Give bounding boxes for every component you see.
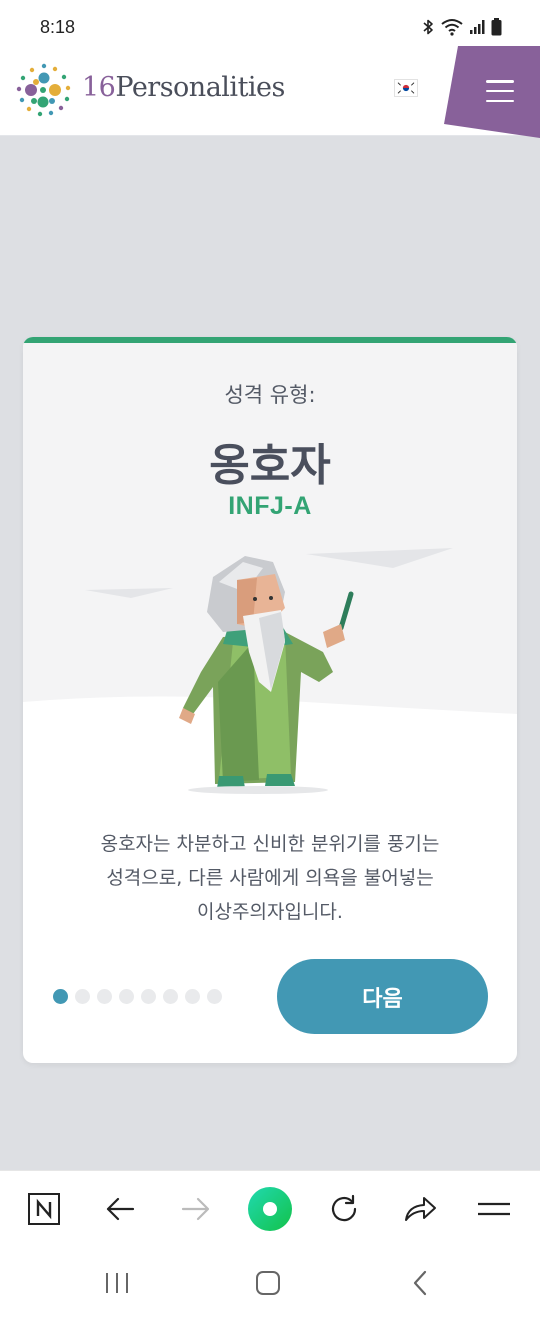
description-line: 옹호자는 차분하고 신비한 분위기를 풍기는 [100, 833, 440, 855]
korea-flag-icon[interactable] [394, 79, 418, 97]
personality-result-card: 성격 유형: 옹호자 INFJ-A 옹호자는 차분하고 신비한 분위기를 풍기는… [23, 337, 517, 1063]
description-line: 성격으로, 다른 사람에게 의욕을 불어넣는 [106, 867, 434, 889]
pagination-dot[interactable] [141, 989, 156, 1004]
status-bar: 8:18 [0, 0, 540, 52]
hamburger-menu-icon[interactable] [486, 80, 514, 102]
logo-word: Personalities [115, 72, 285, 103]
signal-icon [470, 20, 485, 34]
personality-description: 옹호자는 차분하고 신비한 분위기를 풍기는 성격으로, 다른 사람에게 의욕을… [63, 827, 477, 929]
pagination-dot[interactable] [119, 989, 134, 1004]
description-line: 이상주의자입니다. [197, 901, 343, 923]
browser-toolbar [0, 1170, 540, 1248]
home-icon[interactable] [248, 1266, 288, 1300]
pagination-dots [53, 989, 222, 1004]
pagination-dot[interactable] [185, 989, 200, 1004]
back-icon[interactable] [400, 1266, 440, 1300]
pagination-dot[interactable] [75, 989, 90, 1004]
advocate-character-illustration [23, 548, 517, 807]
next-button[interactable]: 다음 [277, 959, 488, 1034]
pagination-dot[interactable] [163, 989, 178, 1004]
status-icons [421, 16, 502, 38]
menu-icon[interactable] [470, 1185, 518, 1233]
logo-icon[interactable] [14, 60, 74, 120]
battery-icon [491, 18, 502, 36]
personality-type-code: INFJ-A [228, 492, 312, 520]
bluetooth-icon [423, 19, 433, 35]
green-dot-icon[interactable] [246, 1185, 294, 1233]
logo-wordmark[interactable]: 16Personalities [82, 72, 285, 103]
reload-icon[interactable] [320, 1185, 368, 1233]
share-icon[interactable] [396, 1185, 444, 1233]
pagination-dot[interactable] [97, 989, 112, 1004]
system-navigation-bar [0, 1248, 540, 1318]
logo-number: 16 [82, 72, 116, 103]
recent-apps-icon[interactable] [97, 1266, 137, 1300]
personality-type-label: 성격 유형: [224, 383, 316, 407]
forward-arrow-icon[interactable] [172, 1185, 220, 1233]
wifi-icon [441, 19, 463, 36]
naver-n-icon[interactable] [20, 1185, 68, 1233]
pagination-dot[interactable] [207, 989, 222, 1004]
status-time: 8:18 [40, 17, 76, 37]
personality-type-name: 옹호자 [209, 440, 331, 491]
pagination-dot-active[interactable] [53, 989, 68, 1004]
back-arrow-icon[interactable] [96, 1185, 144, 1233]
